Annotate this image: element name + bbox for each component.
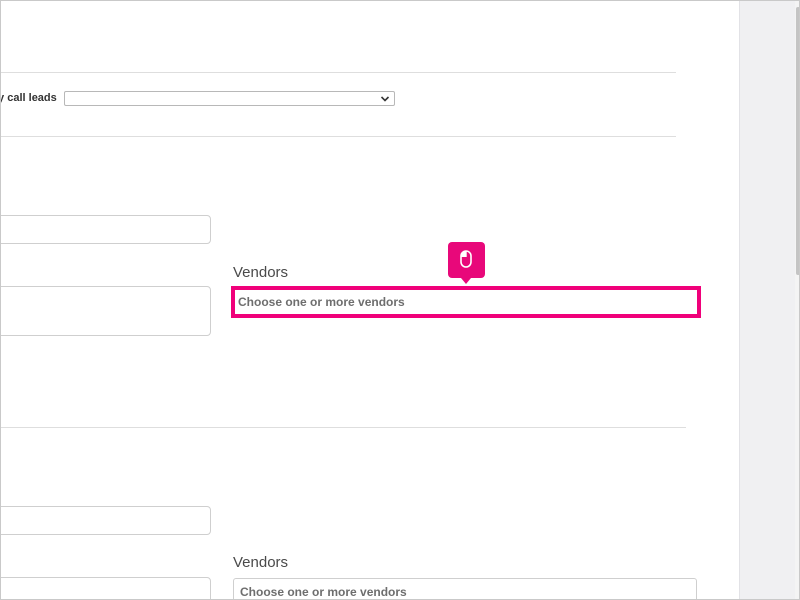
right-panel	[739, 1, 796, 599]
form-page: ly call leads Vendors Choose one or more…	[1, 1, 739, 599]
divider	[1, 72, 676, 73]
vendors-placeholder: Choose one or more vendors	[240, 585, 407, 599]
call-leads-select[interactable]	[64, 91, 395, 106]
textarea-field[interactable]	[1, 286, 211, 336]
browser-viewport: ly call leads Vendors Choose one or more…	[0, 0, 800, 600]
chevron-down-icon	[380, 96, 390, 102]
mouse-icon	[460, 250, 472, 268]
divider	[1, 136, 676, 137]
vendors-placeholder: Choose one or more vendors	[238, 295, 405, 309]
vendors-select[interactable]: Choose one or more vendors	[233, 578, 697, 599]
call-leads-label: ly call leads	[1, 92, 57, 104]
mouse-cursor-badge	[448, 242, 485, 284]
textarea-field[interactable]	[1, 577, 211, 599]
vendors-label: Vendors	[233, 554, 289, 571]
divider	[1, 427, 686, 428]
vendors-label: Vendors	[233, 264, 289, 281]
text-field[interactable]	[1, 215, 211, 244]
vendors-select[interactable]: Choose one or more vendors	[231, 286, 701, 318]
text-field[interactable]	[1, 506, 211, 535]
scrollbar-thumb[interactable]	[796, 7, 799, 275]
badge-pointer	[461, 278, 471, 284]
